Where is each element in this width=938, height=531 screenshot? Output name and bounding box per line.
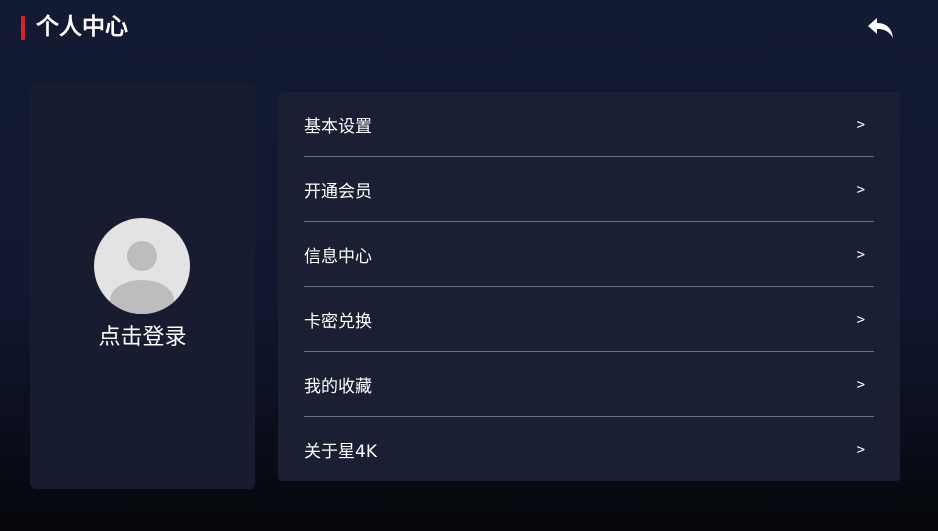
menu-item-label: 基本设置	[304, 117, 372, 137]
menu-list: 基本设置 > 开通会员 > 信息中心 > 卡密兑换 > 我的收藏 > 关于星4K…	[278, 92, 900, 481]
menu-item-message-center[interactable]: 信息中心 >	[304, 222, 874, 287]
menu-item-basic-settings[interactable]: 基本设置 >	[304, 92, 874, 157]
default-avatar-icon	[110, 241, 174, 314]
chevron-right-icon: >	[856, 181, 865, 198]
page-title: 个人中心	[36, 14, 128, 40]
menu-item-favorites[interactable]: 我的收藏 >	[304, 352, 874, 417]
chevron-right-icon: >	[856, 116, 865, 133]
profile-card: 点击登录	[30, 84, 255, 489]
chevron-right-icon: >	[856, 311, 865, 328]
menu-item-label: 开通会员	[304, 182, 372, 202]
login-button[interactable]: 点击登录	[30, 322, 255, 354]
header: 个人中心	[0, 0, 938, 56]
chevron-right-icon: >	[856, 441, 865, 458]
menu-item-about[interactable]: 关于星4K >	[304, 417, 874, 482]
chevron-right-icon: >	[856, 376, 865, 393]
menu-item-card-redeem[interactable]: 卡密兑换 >	[304, 287, 874, 352]
menu-item-label: 关于星4K	[304, 442, 377, 462]
menu-item-label: 卡密兑换	[304, 312, 372, 332]
title-accent-bar	[21, 16, 25, 40]
menu-item-membership[interactable]: 开通会员 >	[304, 157, 874, 222]
avatar[interactable]	[94, 218, 190, 314]
reply-arrow-icon	[868, 18, 893, 38]
menu-item-label: 信息中心	[304, 247, 372, 267]
menu-item-label: 我的收藏	[304, 377, 372, 397]
back-button[interactable]	[864, 14, 898, 42]
chevron-right-icon: >	[856, 246, 865, 263]
